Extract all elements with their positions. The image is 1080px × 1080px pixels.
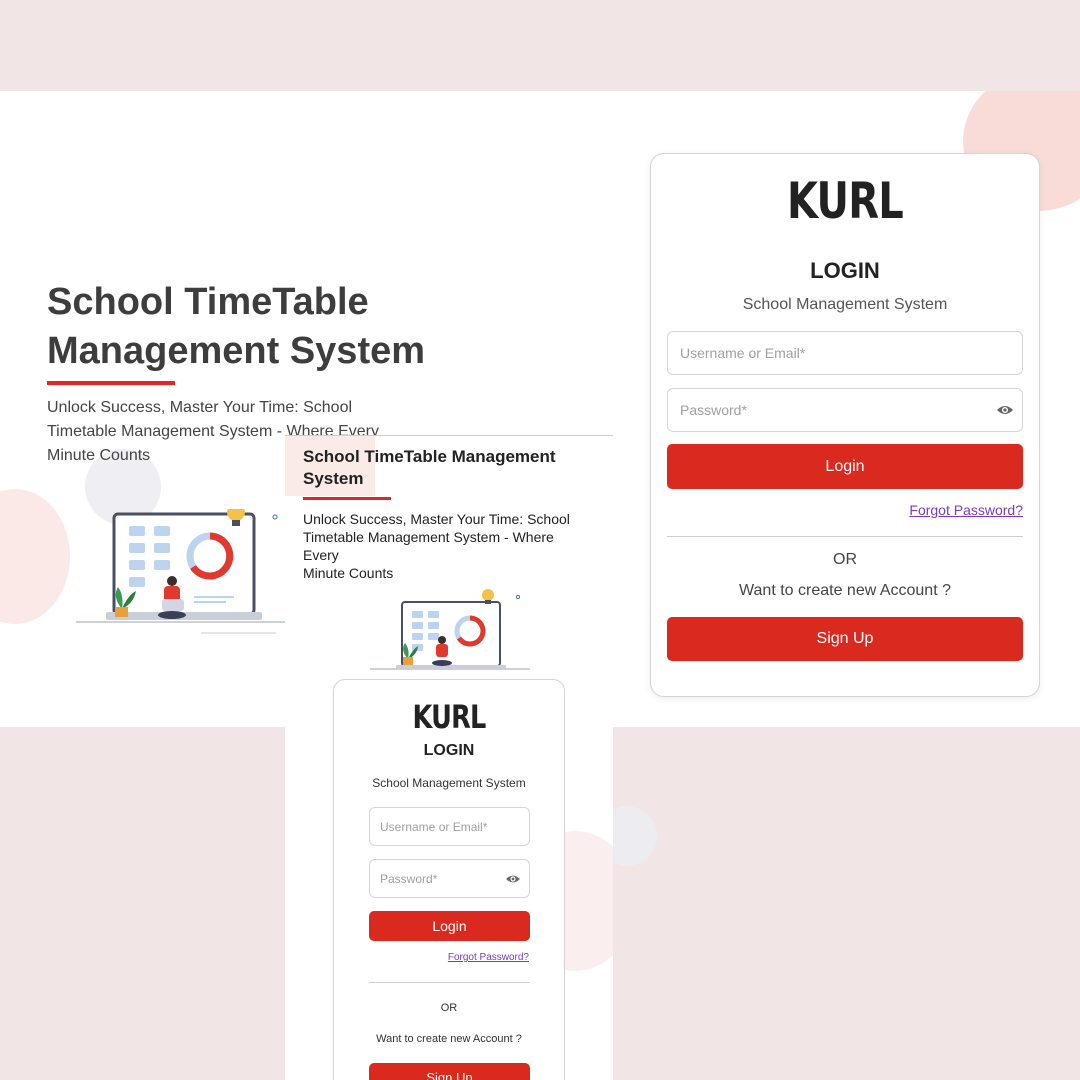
or-separator: OR	[833, 551, 857, 568]
subtitle-line: Unlock Success, Master Your Time: School	[303, 511, 570, 527]
password-field	[667, 388, 1023, 432]
forgot-password-link[interactable]: Forgot Password?	[448, 952, 529, 963]
decor-circle	[0, 489, 70, 624]
signup-button[interactable]: Sign Up	[369, 1063, 530, 1080]
login-title: LOGIN	[810, 258, 880, 283]
login-card: KURL LOGIN School Management System Logi…	[650, 153, 1040, 697]
login-button[interactable]: Login	[369, 911, 530, 941]
title-underline	[47, 381, 175, 385]
create-account-prompt: Want to create new Account ?	[739, 582, 951, 599]
login-button[interactable]: Login	[667, 444, 1023, 489]
brand-logo: KURL	[412, 698, 487, 736]
login-subtitle: School Management System	[372, 776, 526, 790]
username-input[interactable]	[668, 332, 1022, 374]
title-underline	[303, 497, 391, 500]
or-separator: OR	[440, 1002, 458, 1014]
signup-button[interactable]: Sign Up	[667, 617, 1023, 661]
eye-icon[interactable]	[505, 873, 521, 885]
laptop-user-illustration-icon	[370, 589, 530, 670]
subtitle-line: Timetable Management System - Where	[303, 529, 554, 545]
username-field	[667, 331, 1023, 375]
login-title: LOGIN	[423, 742, 475, 759]
mobile-view: School TimeTable Management System Unloc…	[285, 435, 613, 1080]
create-account-prompt: Want to create new Account ?	[376, 1033, 522, 1045]
divider	[667, 536, 1023, 537]
password-input[interactable]	[668, 389, 1022, 431]
forgot-password-link[interactable]: Forgot Password?	[909, 502, 1023, 518]
login-card: KURL LOGIN School Management System Logi…	[333, 679, 565, 1080]
hero-subtitle: Unlock Success, Master Your Time: School…	[303, 510, 593, 582]
laptop-user-illustration-icon	[76, 509, 286, 634]
brand-logo: KURL	[787, 172, 904, 230]
hero-title: School TimeTable Management System	[47, 281, 426, 372]
subtitle-line: Every	[303, 547, 339, 563]
eye-icon[interactable]	[996, 403, 1014, 417]
subtitle-line: Minute Counts	[303, 565, 394, 581]
login-subtitle: School Management System	[742, 296, 948, 313]
hero-title: School TimeTable Management System	[303, 447, 556, 488]
divider	[369, 982, 530, 983]
username-input[interactable]	[370, 808, 529, 845]
username-field	[369, 807, 530, 846]
password-field	[369, 859, 530, 898]
